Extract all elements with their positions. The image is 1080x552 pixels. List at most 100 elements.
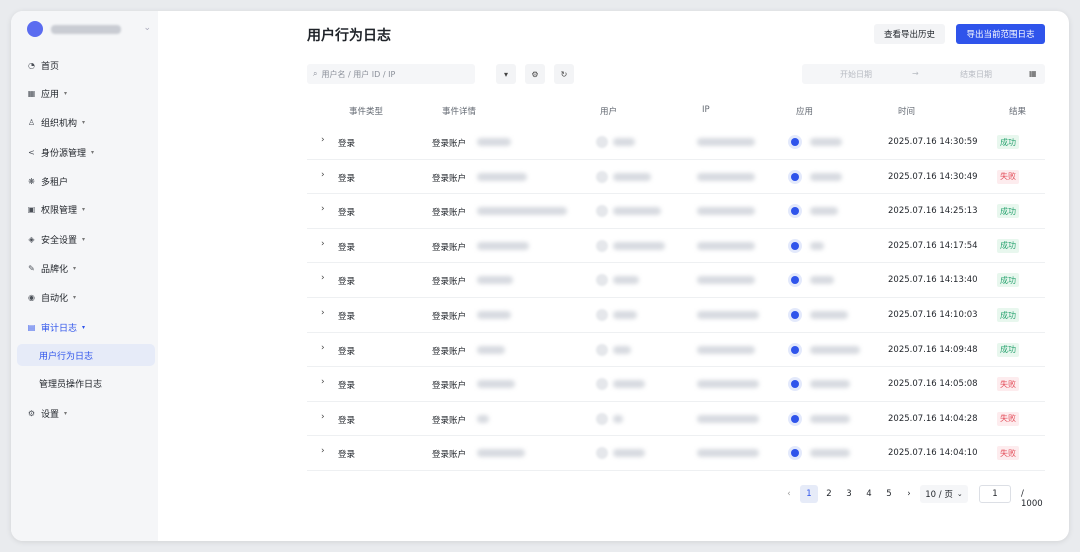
- expand-chevron-icon[interactable]: ›: [321, 446, 325, 456]
- sidebar-item-label: 自动化: [41, 293, 69, 304]
- page-jump-input[interactable]: 1: [979, 485, 1011, 503]
- date-range-picker[interactable]: 开始日期 → 结束日期 ▦: [802, 64, 1045, 84]
- column-header: 用户: [600, 107, 618, 117]
- sidebar-item-label: 审计日志: [41, 323, 78, 334]
- sidebar-item-6[interactable]: ◈ 安全设置 ▾: [27, 231, 149, 247]
- event-time: 2025.07.16 14:04:10: [888, 448, 978, 459]
- expand-chevron-icon[interactable]: ›: [321, 204, 325, 214]
- table-row[interactable]: › 登录 登录账户 2025.07.16 14:04:10 失败: [307, 436, 1045, 471]
- gear-icon: ⚙: [27, 408, 36, 418]
- prev-page-button[interactable]: ‹: [780, 489, 798, 499]
- event-detail-blurred: [477, 138, 511, 146]
- settings-button[interactable]: ⚙: [525, 64, 545, 84]
- sidebar-subitem-0[interactable]: 用户行为日志: [17, 344, 155, 366]
- sidebar-item-1[interactable]: ▦ 应用 ▾: [27, 85, 149, 101]
- sidebar-item-0[interactable]: ◔ 首页: [27, 57, 149, 73]
- chevron-down-icon: ▾: [82, 323, 86, 331]
- ip-blurred: [697, 276, 755, 285]
- expand-chevron-icon[interactable]: ›: [321, 239, 325, 249]
- app-name-blurred: [810, 138, 842, 146]
- user-blurred: [613, 276, 639, 285]
- export-logs-button[interactable]: 导出当前范围日志: [956, 24, 1045, 44]
- page-button-3[interactable]: 3: [840, 485, 858, 503]
- table-row[interactable]: › 登录 登录账户 2025.07.16 14:25:13 成功: [307, 194, 1045, 229]
- expand-chevron-icon[interactable]: ›: [321, 308, 325, 318]
- chevron-down-icon: ▾: [73, 264, 77, 272]
- table-row[interactable]: › 登录 登录账户 2025.07.16 14:30:49 失败: [307, 160, 1045, 195]
- search-input[interactable]: ⌕ 用户名 / 用户 ID / IP: [307, 64, 475, 84]
- app-icon: [788, 411, 802, 426]
- event-type: 登录: [338, 208, 356, 219]
- chevron-down-icon: ▾: [82, 205, 86, 213]
- status-badge: 失败: [997, 169, 1019, 184]
- expand-chevron-icon[interactable]: ›: [321, 135, 325, 145]
- chevron-down-icon: ▾: [91, 148, 95, 156]
- page-button-4[interactable]: 4: [860, 485, 878, 503]
- page-button-5[interactable]: 5: [880, 485, 898, 503]
- pie-chart-icon: ◔: [28, 60, 35, 70]
- page-button-1[interactable]: 1: [800, 485, 818, 503]
- table-row[interactable]: › 登录 登录账户 2025.07.16 14:09:48 成功: [307, 333, 1045, 368]
- expand-chevron-icon[interactable]: ›: [321, 377, 325, 387]
- event-detail: 登录账户: [432, 242, 467, 253]
- sidebar-item-9[interactable]: ▤ 审计日志 ▾: [27, 319, 149, 335]
- filter-button[interactable]: ▾: [496, 64, 516, 84]
- event-detail-blurred: [477, 241, 529, 250]
- user-blurred: [613, 138, 635, 146]
- end-date-input[interactable]: 结束日期: [960, 69, 992, 80]
- expand-chevron-icon[interactable]: ›: [321, 273, 325, 283]
- search-placeholder: 用户名 / 用户 ID / IP: [321, 69, 396, 79]
- table-row[interactable]: › 登录 登录账户 2025.07.16 14:04:28 失败: [307, 402, 1045, 437]
- calendar-icon[interactable]: ▦: [1029, 69, 1037, 78]
- start-date-input[interactable]: 开始日期: [840, 69, 872, 80]
- sidebar-item-8[interactable]: ◉ 自动化 ▾: [27, 289, 149, 305]
- robot-icon: ◉: [28, 292, 35, 302]
- app-icon: [788, 377, 802, 392]
- page-title: 用户行为日志: [307, 28, 391, 44]
- sidebar-item-4[interactable]: ❋ 多租户: [27, 173, 149, 189]
- app-icon: [788, 238, 802, 253]
- search-icon: ⌕: [313, 69, 318, 78]
- app-icon: [788, 342, 802, 357]
- chevron-down-icon: ▾: [82, 235, 86, 243]
- event-type: 登录: [338, 312, 356, 322]
- page-size-select[interactable]: 10 / 页 ⌄: [920, 485, 968, 503]
- next-page-button[interactable]: ›: [900, 489, 918, 499]
- brand[interactable]: ⌄: [27, 21, 153, 39]
- column-header: 应用: [796, 107, 814, 117]
- sidebar-item-2[interactable]: ♙ 组织机构 ▾: [27, 114, 149, 130]
- table-row[interactable]: › 登录 登录账户 2025.07.16 14:30:59 成功: [307, 125, 1045, 160]
- expand-chevron-icon[interactable]: ›: [321, 412, 325, 422]
- user-blurred: [613, 345, 631, 354]
- page-button-2[interactable]: 2: [820, 485, 838, 503]
- expand-chevron-icon[interactable]: ›: [321, 170, 325, 180]
- sidebar-item-label: 首页: [41, 61, 60, 72]
- sidebar-item-3[interactable]: < 身份源管理 ▾: [27, 144, 149, 160]
- event-detail-blurred: [477, 207, 567, 216]
- table-row[interactable]: › 登录 登录账户 2025.07.16 14:17:54 成功: [307, 229, 1045, 264]
- brand-name-blurred: [51, 25, 121, 34]
- event-type: 登录: [338, 381, 356, 392]
- event-type: 登录: [338, 346, 356, 357]
- chevron-down-icon[interactable]: ⌄: [143, 23, 151, 33]
- event-type: 登录: [338, 242, 356, 253]
- sidebar-item-label: 组织机构: [41, 118, 78, 129]
- chevron-down-icon: ▾: [82, 118, 86, 126]
- sidebar-subitem-1[interactable]: 管理员操作日志: [17, 372, 155, 394]
- status-badge: 成功: [997, 238, 1019, 253]
- chevron-down-icon: ▾: [73, 293, 77, 301]
- refresh-button[interactable]: ↻: [554, 64, 574, 84]
- view-export-history-button[interactable]: 查看导出历史: [874, 24, 945, 44]
- status-badge: 成功: [997, 308, 1019, 322]
- sidebar-item-7[interactable]: ✎ 品牌化 ▾: [27, 260, 149, 276]
- table-row[interactable]: › 登录 登录账户 2025.07.16 14:05:08 失败: [307, 367, 1045, 402]
- audit-icon: ▤: [27, 322, 36, 332]
- sidebar-item-10[interactable]: ⚙ 设置 ▾: [27, 405, 149, 421]
- sidebar-item-5[interactable]: ▣ 权限管理 ▾: [27, 201, 149, 217]
- event-detail-blurred: [477, 345, 505, 354]
- table-row[interactable]: › 登录 登录账户 2025.07.16 14:13:40 成功: [307, 263, 1045, 298]
- event-detail-blurred: [477, 380, 515, 389]
- table-row[interactable]: › 登录 登录账户 2025.07.16 14:10:03 成功: [307, 298, 1045, 333]
- event-type: 登录: [338, 450, 356, 461]
- expand-chevron-icon[interactable]: ›: [321, 343, 325, 353]
